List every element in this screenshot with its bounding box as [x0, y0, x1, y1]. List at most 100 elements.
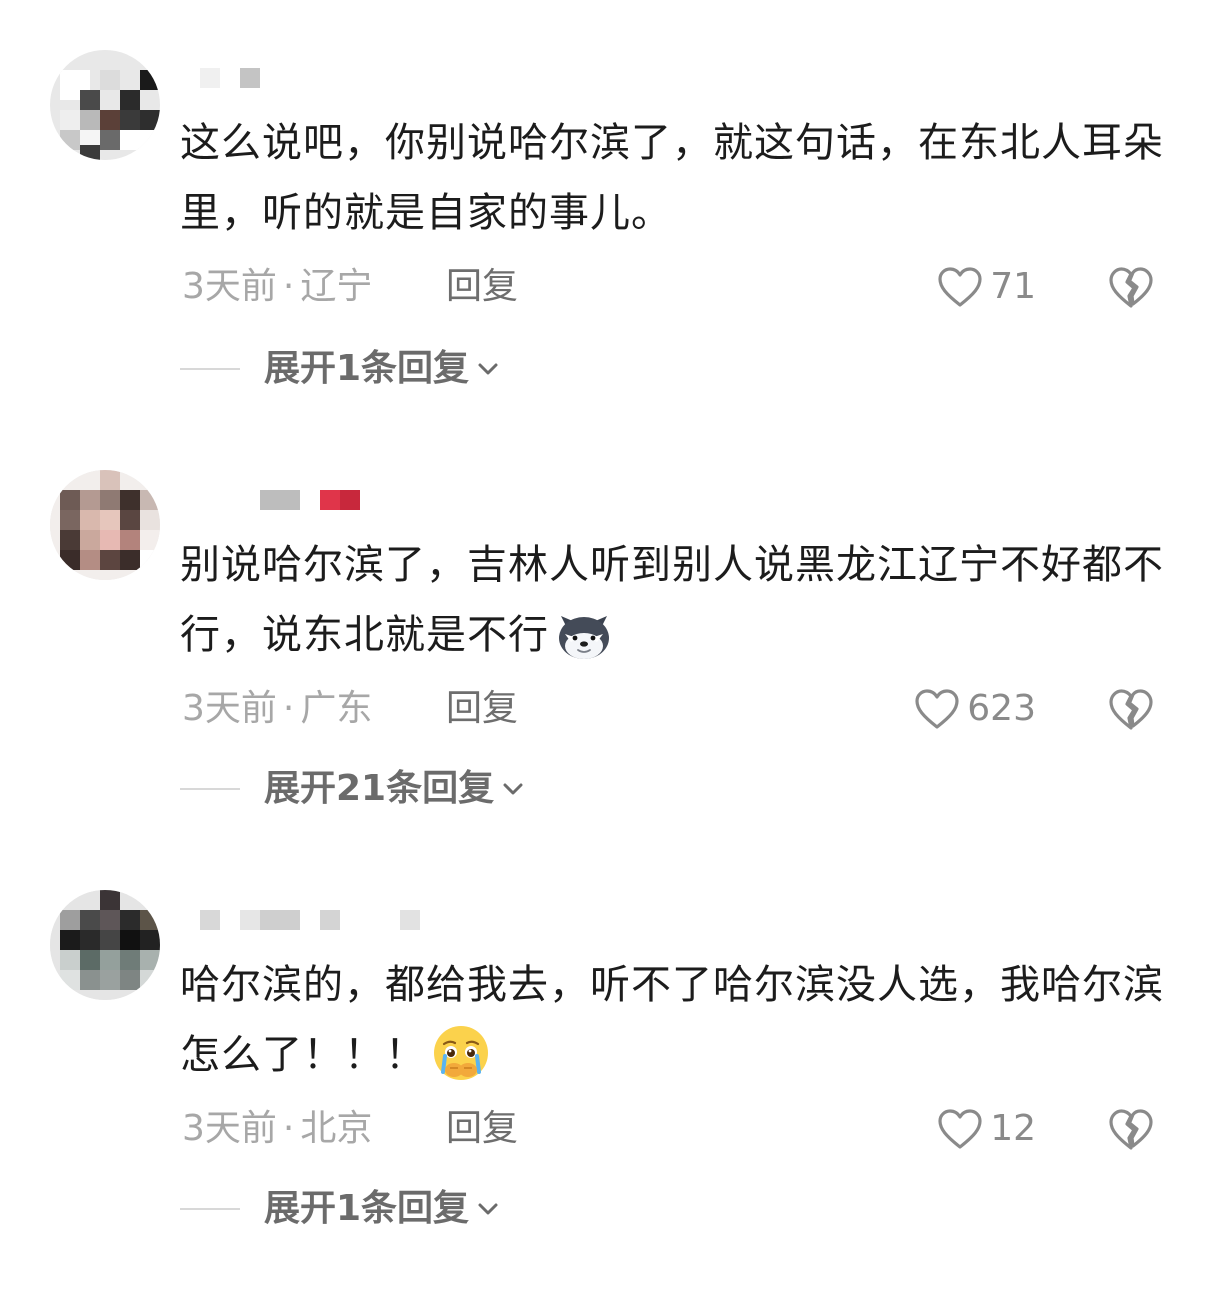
comment-text-content: 别说哈尔滨了，吉林人听到别人说黑龙江辽宁不好都不行，说东北就是不行	[180, 542, 1164, 658]
avatar-pixel	[80, 510, 100, 530]
comment-text: 哈尔滨的，都给我去，听不了哈尔滨没人选，我哈尔滨怎么了！！！	[180, 950, 1170, 1090]
avatar[interactable]	[50, 50, 160, 160]
avatar-pixel	[120, 130, 140, 150]
chevron-down-icon	[478, 363, 498, 375]
wolf-emoji-icon	[559, 616, 609, 659]
avatar-pixel	[80, 970, 100, 990]
comment-item: 这么说吧，你别说哈尔滨了，就这句话，在东北人耳朵里，听的就是自家的事儿。 3天前…	[0, 0, 1206, 420]
comment-item: 哈尔滨的，都给我去，听不了哈尔滨没人选，我哈尔滨怎么了！！！ 3天前 · 北京 回复…	[0, 840, 1206, 1260]
avatar-pixel	[80, 110, 100, 130]
avatar-pixel	[100, 930, 120, 950]
expand-replies-label: 展开1条回复	[264, 348, 470, 389]
meta-separator: ·	[282, 266, 295, 307]
comment-location: 辽宁	[300, 266, 373, 307]
username-pixel	[240, 910, 260, 930]
username-blurred[interactable]	[180, 490, 420, 512]
avatar-pixel	[100, 550, 120, 570]
comment-text: 这么说吧，你别说哈尔滨了，就这句话，在东北人耳朵里，听的就是自家的事儿。	[180, 108, 1170, 248]
avatar-pixel	[60, 130, 80, 150]
avatar-pixel	[100, 510, 120, 530]
avatar-pixel	[140, 70, 160, 90]
username-pixel	[400, 910, 420, 930]
reply-button[interactable]: 回复	[446, 1104, 518, 1154]
avatar-pixel	[120, 970, 140, 990]
avatar-pixel	[60, 110, 80, 130]
avatar-pixel	[140, 530, 160, 550]
like-count: 71	[990, 266, 1036, 307]
avatar-pixel	[120, 490, 140, 510]
like-count: 623	[967, 688, 1036, 729]
avatar-pixel	[80, 950, 100, 970]
avatar-pixel	[120, 550, 140, 570]
reply-button[interactable]: 回复	[446, 684, 518, 734]
avatar-pixel	[140, 910, 160, 930]
avatar-pixel	[140, 950, 160, 970]
like-button[interactable]: 71	[936, 262, 1036, 312]
avatar-pixel	[80, 490, 100, 510]
expand-replies-label: 展开21条回复	[264, 768, 495, 809]
avatar-pixel	[120, 910, 140, 930]
comment-text: 别说哈尔滨了，吉林人听到别人说黑龙江辽宁不好都不行，说东北就是不行	[180, 530, 1170, 670]
comment-text-content: 这么说吧，你别说哈尔滨了，就这句话，在东北人耳朵里，听的就是自家的事儿。	[180, 120, 1164, 236]
avatar-pixel	[100, 130, 120, 150]
comment-time: 3天前	[182, 1108, 277, 1149]
expand-replies-button[interactable]: 展开21条回复	[180, 764, 526, 814]
username-pixel	[260, 910, 300, 930]
avatar-pixel	[80, 90, 100, 110]
username-pixel	[200, 910, 220, 930]
heart-icon	[938, 1109, 982, 1149]
divider-line	[180, 1208, 240, 1210]
avatar-pixel	[120, 930, 140, 950]
expand-replies-label: 展开1条回复	[264, 1188, 470, 1229]
comment-meta: 3天前 · 北京	[182, 1104, 372, 1154]
avatar-pixel	[60, 530, 80, 550]
like-count: 12	[990, 1108, 1036, 1149]
avatar-pixel	[60, 970, 80, 990]
username-blurred[interactable]	[180, 68, 420, 90]
avatar-pixel	[120, 90, 140, 110]
comment-location: 广东	[300, 688, 373, 729]
avatar-pixel	[140, 110, 160, 130]
divider-line	[180, 788, 240, 790]
avatar-pixel	[100, 530, 120, 550]
avatar-pixel	[100, 490, 120, 510]
broken-heart-icon[interactable]	[1106, 1106, 1156, 1152]
username-pixel	[340, 490, 360, 510]
chevron-down-icon	[478, 1203, 498, 1215]
avatar-pixel	[140, 510, 160, 530]
avatar-pixel	[80, 530, 100, 550]
avatar[interactable]	[50, 470, 160, 580]
comment-text-content: 哈尔滨的，都给我去，听不了哈尔滨没人选，我哈尔滨怎么了！！！	[180, 962, 1164, 1078]
avatar-pixel	[80, 930, 100, 950]
like-button[interactable]: 623	[913, 684, 1036, 734]
avatar-pixel	[60, 950, 80, 970]
avatar-pixel	[100, 70, 120, 90]
avatar-pixel	[100, 970, 120, 990]
avatar-pixel	[100, 910, 120, 930]
heart-icon	[938, 267, 982, 307]
avatar-pixel	[80, 550, 100, 570]
like-button[interactable]: 12	[936, 1104, 1036, 1154]
avatar-pixel	[140, 130, 160, 150]
avatar-pixel	[60, 930, 80, 950]
avatar-pixel	[60, 910, 80, 930]
meta-separator: ·	[282, 688, 295, 729]
reply-button[interactable]: 回复	[446, 262, 518, 312]
meta-separator: ·	[282, 1108, 295, 1149]
username-pixel	[200, 68, 220, 88]
avatar-pixel	[80, 145, 100, 160]
avatar-pixel	[140, 930, 160, 950]
crying-emoji-icon	[434, 1026, 488, 1080]
username-blurred[interactable]	[180, 910, 420, 932]
expand-replies-button[interactable]: 展开1条回复	[180, 344, 501, 394]
expand-replies-button[interactable]: 展开1条回复	[180, 1184, 501, 1234]
avatar-pixel	[120, 110, 140, 130]
avatar[interactable]	[50, 890, 160, 1000]
comment-item: 别说哈尔滨了，吉林人听到别人说黑龙江辽宁不好都不行，说东北就是不行 3天前 · 广东…	[0, 420, 1206, 840]
broken-heart-icon[interactable]	[1106, 686, 1156, 732]
chevron-down-icon	[503, 783, 523, 795]
comment-time: 3天前	[182, 266, 277, 307]
avatar-pixel	[120, 510, 140, 530]
broken-heart-icon[interactable]	[1106, 264, 1156, 310]
avatar-pixel	[60, 550, 80, 570]
